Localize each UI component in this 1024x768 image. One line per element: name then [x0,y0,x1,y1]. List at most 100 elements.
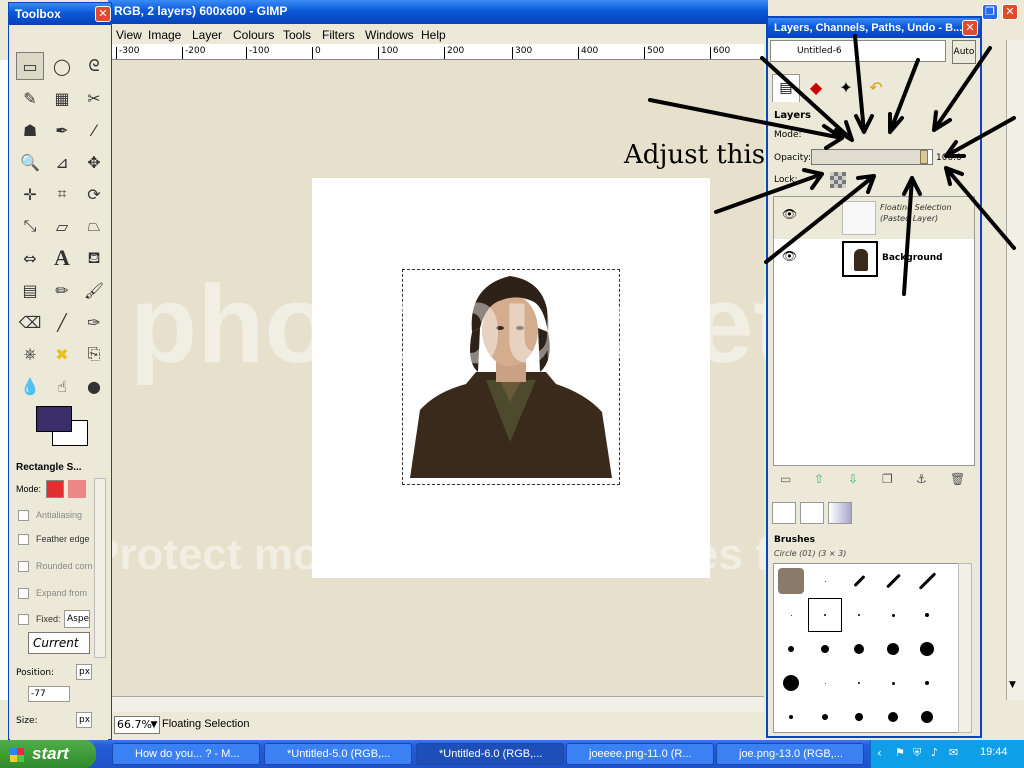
fixed-select[interactable]: Aspec [64,610,90,628]
brush-swatch[interactable] [842,666,876,700]
brush-swatch[interactable] [808,564,842,598]
blur-icon[interactable]: 💧 [16,372,44,400]
shield-icon[interactable]: ⛨ [913,746,921,760]
move-icon[interactable]: ✥ [80,148,108,176]
flip-icon[interactable]: ⇔ [16,244,44,272]
replace-mode-icon[interactable] [46,480,64,498]
size-unit[interactable]: px [76,712,92,728]
tab-brushes[interactable] [772,502,796,524]
color-picker-icon[interactable]: ⁄ [80,116,108,144]
ink-icon[interactable]: ✑ [80,308,108,336]
menu-image[interactable]: Image [148,28,181,42]
paintbrush-icon[interactable]: 🖌 [80,276,108,304]
task-button-untitled6[interactable]: *Untitled-6.0 (RGB,... [416,743,564,765]
brush-swatch[interactable] [876,700,910,732]
anchor-layer-icon[interactable]: ⚓ [916,472,927,486]
opacity-slider-handle[interactable] [919,150,928,164]
network-icon[interactable]: ⚑ [895,746,905,759]
rotate-icon[interactable]: ⟳ [80,180,108,208]
brush-swatch[interactable] [910,632,944,666]
brush-swatch[interactable] [842,598,876,632]
brush-swatch[interactable] [876,632,910,666]
brush-swatch[interactable] [774,666,808,700]
clone-icon[interactable]: ⎈ [16,340,44,368]
zoom-icon[interactable]: 🔍 [16,148,44,176]
lock-alpha-icon[interactable] [830,172,846,188]
lower-layer-icon[interactable]: ⇩ [848,472,858,486]
brush-swatch[interactable] [876,564,910,598]
menu-tools[interactable]: Tools [283,28,311,42]
color-select-icon[interactable]: ▦ [48,84,76,112]
eye-icon[interactable]: 👁 [782,207,797,221]
new-layer-icon[interactable]: ▭ [780,472,791,486]
tab-patterns[interactable] [800,502,824,524]
antialiasing-checkbox[interactable] [18,510,29,521]
foreground-select-icon[interactable]: ☗ [16,116,44,144]
scroll-down-icon[interactable]: ▼ [1009,680,1016,690]
dodge-burn-icon[interactable]: ● [80,372,108,400]
delete-layer-icon[interactable]: 🗑 [950,472,965,486]
brush-swatch[interactable] [808,700,842,732]
brush-swatch[interactable] [910,700,944,732]
crop-icon[interactable]: ⌗ [48,180,76,208]
shear-icon[interactable]: ▱ [48,212,76,240]
tab-gradients[interactable] [828,502,852,524]
brush-scrollbar[interactable] [958,563,972,733]
lasso-icon[interactable]: ᘓ [80,52,108,80]
vertical-scrollbar[interactable]: ▼ [1006,40,1024,700]
position-x-input[interactable]: -77 [28,686,70,702]
brush-swatch[interactable] [808,666,842,700]
tray-chevron-icon[interactable]: ‹ [877,746,882,760]
bucket-fill-icon[interactable]: ⛾ [80,244,108,272]
pencil-icon[interactable]: ✏ [48,276,76,304]
brush-swatch[interactable] [910,666,944,700]
restore-button[interactable]: ❐ [982,4,998,20]
heal-icon[interactable]: ✖ [48,340,76,368]
auto-button[interactable]: Auto [952,40,976,64]
mail-icon[interactable]: ✉ [949,746,958,759]
opacity-value[interactable]: 100.0 [936,153,962,163]
feather-checkbox[interactable] [18,534,29,545]
brush-swatch[interactable] [910,598,944,632]
dock-close-icon[interactable]: ✕ [962,20,978,36]
volume-icon[interactable]: ♪ [931,746,938,759]
menu-view[interactable]: View [116,28,142,42]
airbrush-icon[interactable]: ╱ [48,308,76,336]
duplicate-layer-icon[interactable]: ❐ [882,472,893,486]
brush-swatch[interactable] [842,700,876,732]
foreground-color-swatch[interactable] [36,406,72,432]
brush-swatch[interactable] [808,632,842,666]
brush-swatch[interactable] [808,598,842,632]
rounded-checkbox[interactable] [18,561,29,572]
ellipse-select-icon[interactable]: ◯ [48,52,76,80]
scissors-icon[interactable]: ✂ [80,84,108,112]
options-scrollbar[interactable] [94,478,106,658]
image-selector[interactable]: Untitled-6 [770,40,946,62]
position-unit[interactable]: px [76,664,92,680]
task-button-joe[interactable]: joe.png-13.0 (RGB,... [716,743,864,765]
perspective-clone-icon[interactable]: ⎘ [80,340,108,368]
expand-checkbox[interactable] [18,588,29,599]
scale-icon[interactable]: ⤡ [16,212,44,240]
fuzzy-select-icon[interactable]: ✎ [16,84,44,112]
tab-undo[interactable]: ↶ [862,74,890,102]
add-mode-icon[interactable] [68,480,86,498]
tab-paths[interactable]: ✦ [832,74,860,102]
brush-swatch[interactable] [876,598,910,632]
toolbox-close-icon[interactable]: ✕ [95,6,111,22]
tab-layers[interactable]: ▤ [772,74,800,102]
layer-row-background[interactable]: 👁 Background [774,239,974,281]
brush-swatch[interactable] [774,632,808,666]
blend-icon[interactable]: ▤ [16,276,44,304]
brush-swatch[interactable] [910,564,944,598]
task-button-browser[interactable]: How do you... ? - M... [112,743,260,765]
horizontal-scrollbar[interactable] [112,696,764,712]
brush-swatch[interactable] [842,632,876,666]
smudge-icon[interactable]: ☝ [48,372,76,400]
rect-select-icon[interactable]: ▭ [16,52,44,80]
tab-channels[interactable]: ◆ [802,74,830,102]
align-icon[interactable]: ✛ [16,180,44,208]
task-button-untitled5[interactable]: *Untitled-5.0 (RGB,... [264,743,412,765]
paths-icon[interactable]: ✒ [48,116,76,144]
close-window-button[interactable]: ✕ [1002,4,1018,20]
